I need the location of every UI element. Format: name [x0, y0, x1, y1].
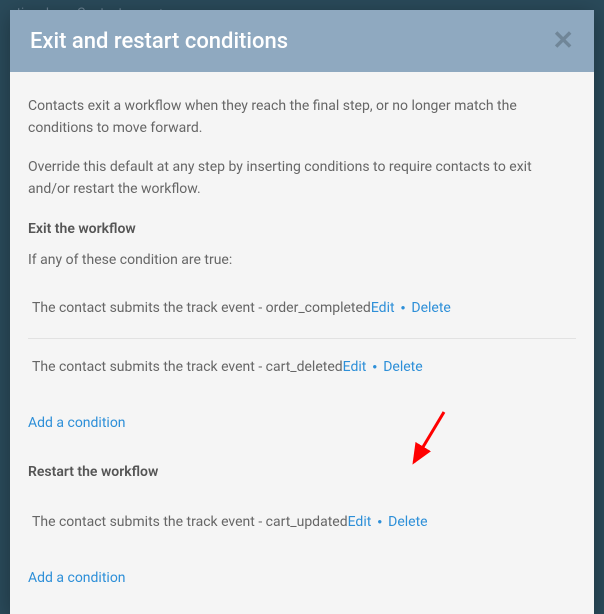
edit-link[interactable]: Edit [348, 512, 372, 534]
condition-row: The contact submits the track event - ca… [28, 339, 576, 397]
condition-text: The contact submits the track event - or… [32, 298, 371, 320]
exit-section-subtitle: If any of these condition are true: [28, 250, 576, 272]
add-exit-condition-link[interactable]: Add a condition [28, 413, 126, 435]
modal-header: Exit and restart conditions ✕ [10, 10, 594, 72]
condition-text: The contact submits the track event - ca… [32, 357, 343, 379]
add-restart-condition-link[interactable]: Add a condition [28, 568, 126, 590]
separator-dot-icon: ● [366, 361, 383, 373]
condition-text: The contact submits the track event - ca… [32, 512, 348, 534]
separator-dot-icon: ● [395, 302, 412, 314]
intro-text-2: Override this default at any step by ins… [28, 157, 576, 200]
modal-title: Exit and restart conditions [30, 29, 288, 54]
modal-body: Contacts exit a workflow when they reach… [10, 72, 594, 609]
edit-link[interactable]: Edit [371, 298, 395, 320]
separator-dot-icon: ● [371, 516, 388, 528]
restart-conditions-list: The contact submits the track event - ca… [28, 494, 576, 552]
modal-dialog: Exit and restart conditions ✕ Contacts e… [10, 10, 594, 614]
delete-link[interactable]: Delete [383, 357, 422, 379]
condition-row: The contact submits the track event - or… [28, 280, 576, 339]
condition-row: The contact submits the track event - ca… [28, 494, 576, 552]
intro-text-1: Contacts exit a workflow when they reach… [28, 96, 576, 139]
delete-link[interactable]: Delete [411, 298, 450, 320]
delete-link[interactable]: Delete [388, 512, 427, 534]
edit-link[interactable]: Edit [343, 357, 367, 379]
close-icon[interactable]: ✕ [552, 28, 574, 54]
exit-section-title: Exit the workflow [28, 219, 576, 241]
exit-conditions-list: The contact submits the track event - or… [28, 280, 576, 396]
restart-section-title: Restart the workflow [28, 462, 576, 484]
